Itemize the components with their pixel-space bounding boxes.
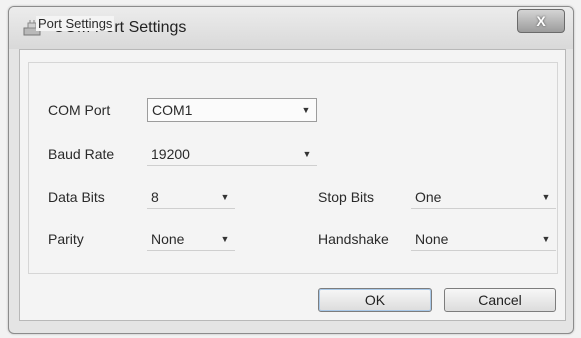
data-bits-label: Data Bits <box>48 189 105 205</box>
chevron-down-icon: ▼ <box>220 191 230 202</box>
chevron-down-icon: ▼ <box>302 148 312 159</box>
baud-rate-label: Baud Rate <box>48 146 115 162</box>
chevron-down-icon: ▼ <box>541 191 551 202</box>
handshake-label: Handshake <box>318 231 389 247</box>
com-port-label: COM Port <box>48 102 111 118</box>
handshake-value: None <box>415 230 449 247</box>
cancel-button[interactable]: Cancel <box>444 288 556 312</box>
close-icon: X <box>536 13 546 29</box>
stop-bits-label: Stop Bits <box>318 189 375 205</box>
chevron-down-icon: ▼ <box>220 233 230 244</box>
parity-value: None <box>151 230 185 247</box>
cancel-label: Cancel <box>478 292 522 308</box>
parity-select[interactable]: None ▼ <box>147 227 235 251</box>
stop-bits-select[interactable]: One ▼ <box>411 185 556 209</box>
baud-rate-select[interactable]: 19200 ▼ <box>147 142 317 166</box>
chevron-down-icon: ▼ <box>301 105 311 115</box>
dialog-window: COM Port Settings X <box>8 6 574 334</box>
data-bits-value: 8 <box>151 188 159 205</box>
chevron-down-icon: ▼ <box>541 233 551 244</box>
com-port-value: COM1 <box>152 102 193 118</box>
stop-bits-value: One <box>415 188 442 205</box>
com-port-select[interactable]: COM1 ▼ <box>147 98 317 122</box>
data-bits-select[interactable]: 8 ▼ <box>147 185 235 209</box>
parity-label: Parity <box>48 231 84 247</box>
baud-rate-value: 19200 <box>151 145 190 162</box>
close-button[interactable]: X <box>517 9 565 33</box>
handshake-select[interactable]: None ▼ <box>411 227 556 251</box>
group-label: Port Settings <box>36 16 115 31</box>
ok-button[interactable]: OK <box>318 288 432 312</box>
ok-label: OK <box>364 292 386 308</box>
